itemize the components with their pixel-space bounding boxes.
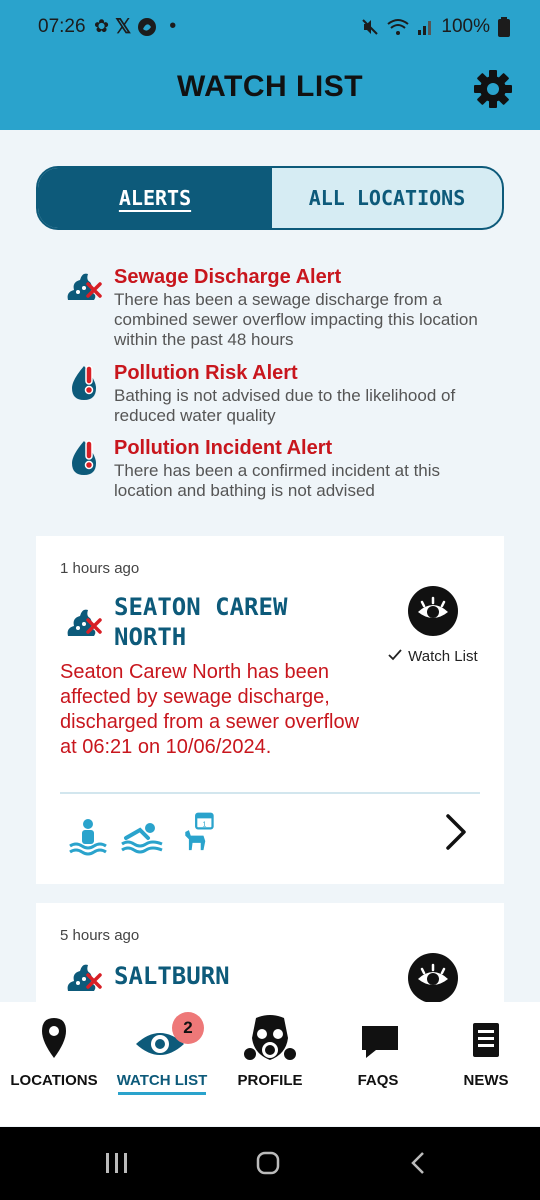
chat-bubble-icon	[362, 1026, 398, 1058]
location-card[interactable]: 5 hours ago SALTBURN	[36, 903, 504, 1002]
sewage-icon	[67, 609, 102, 636]
sewage-icon	[67, 273, 102, 300]
location-pin-icon	[42, 1018, 66, 1058]
wifi-icon	[387, 19, 410, 35]
bottom-nav: LOCATIONS 2 WATCH LIST PROFILE FAQS NEWS	[0, 1002, 540, 1126]
pollution-risk-icon	[72, 365, 96, 400]
wading-icon	[69, 819, 107, 856]
battery-percent: 100%	[441, 16, 490, 37]
legend-sewage: Sewage Discharge Alert There has been a …	[64, 266, 494, 350]
nav-label: LOCATIONS	[10, 1072, 98, 1089]
gas-mask-icon	[244, 1015, 296, 1060]
watch-toggle-button[interactable]	[408, 586, 458, 636]
nav-label: PROFILE	[237, 1072, 303, 1089]
nav-profile[interactable]: PROFILE	[216, 1002, 324, 1126]
check-icon	[388, 649, 402, 661]
dot-icon: •	[169, 15, 177, 37]
legend-title: Pollution Incident Alert	[114, 437, 333, 459]
app-header: 07:26 ✿ 𝕏 • 100% WATCH LIST	[0, 0, 540, 130]
nav-label: FAQS	[357, 1072, 399, 1089]
eye-icon	[418, 963, 448, 985]
time-ago: 1 hours ago	[60, 560, 140, 577]
x-notification-icon: 𝕏	[115, 16, 132, 38]
system-status: 100%	[361, 16, 510, 38]
location-card[interactable]: 1 hours ago SEATON CAREW NORTH Watch Lis…	[36, 536, 504, 884]
tab-all-locations[interactable]: ALL LOCATIONS	[272, 168, 502, 228]
status-bar: 07:26 ✿ 𝕏 • 100%	[0, 0, 540, 56]
back-icon[interactable]	[410, 1151, 426, 1175]
notification-badge: 2	[172, 1012, 204, 1044]
watch-list-status[interactable]: Watch List	[388, 648, 478, 665]
legend-title: Sewage Discharge Alert	[114, 266, 342, 288]
system-nav-bar	[0, 1127, 540, 1200]
battery-icon	[498, 17, 510, 37]
nav-label: NEWS	[463, 1072, 509, 1089]
status-time: 07:26	[38, 16, 86, 37]
swimming-icon	[121, 823, 163, 854]
location-name[interactable]: SALTBURN	[114, 961, 314, 991]
app-notification-icon	[138, 17, 157, 36]
nav-label: WATCH LIST	[116, 1072, 208, 1089]
card-divider	[60, 792, 480, 794]
time-ago: 5 hours ago	[60, 927, 140, 944]
legend-description: There has been a sewage discharge from a…	[114, 290, 478, 349]
nav-faqs[interactable]: FAQS	[324, 1002, 432, 1126]
eye-icon	[418, 596, 448, 618]
signal-icon	[418, 21, 432, 35]
alerts-toggle: ALERTS ALL LOCATIONS	[36, 166, 504, 230]
watch-list-label: Watch List	[408, 648, 478, 665]
settings-gear-icon[interactable]	[472, 68, 514, 110]
legend-title: Pollution Risk Alert	[114, 362, 298, 384]
nav-watch-list[interactable]: 2 WATCH LIST	[108, 1002, 216, 1126]
pollution-incident-icon	[72, 440, 96, 475]
news-document-icon	[473, 1023, 499, 1057]
watch-toggle-button[interactable]	[408, 953, 458, 1002]
mute-icon	[362, 19, 379, 35]
tab-alerts[interactable]: ALERTS	[38, 168, 272, 228]
dog-calendar-icon: 1	[185, 812, 214, 851]
svg-text:1: 1	[202, 820, 206, 829]
notification-icons: ✿ 𝕏 •	[94, 14, 176, 39]
page-title: WATCH LIST	[176, 70, 364, 103]
alert-message: Seaton Carew North has been affected by …	[60, 661, 360, 758]
nav-news[interactable]: NEWS	[432, 1002, 540, 1126]
legend-pollution-risk: Pollution Risk Alert Bathing is not advi…	[64, 362, 494, 426]
legend-description: Bathing is not advised due to the likeli…	[114, 386, 456, 425]
legend-description: There has been a confirmed incident at t…	[114, 461, 441, 500]
legend-pollution-incident: Pollution Incident Alert There has been …	[64, 437, 494, 501]
chevron-right-icon[interactable]	[442, 812, 472, 852]
home-icon[interactable]	[256, 1151, 280, 1175]
recent-apps-icon[interactable]	[104, 1151, 130, 1175]
active-tab-indicator	[118, 1092, 206, 1095]
sewage-icon	[67, 964, 102, 991]
nav-locations[interactable]: LOCATIONS	[0, 1002, 108, 1126]
settings-notification-icon: ✿	[94, 16, 110, 36]
location-name[interactable]: SEATON CAREW NORTH	[114, 592, 314, 652]
